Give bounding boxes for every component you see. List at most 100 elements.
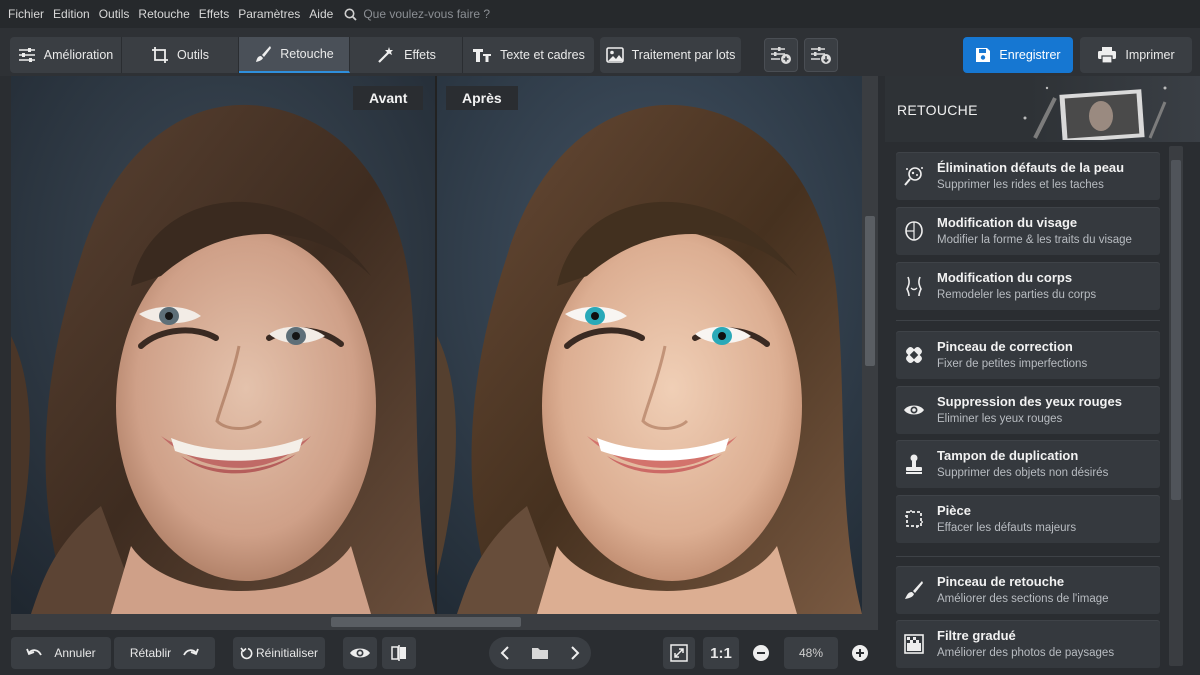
panel-scrollbar[interactable] — [1169, 146, 1183, 666]
download-preset-button[interactable] — [804, 38, 838, 72]
batch-button[interactable]: Traitement par lots — [600, 37, 741, 73]
tool-subtitle: Effacer les défauts majeurs — [937, 522, 1077, 534]
tab-label: Retouche — [280, 47, 334, 61]
tool-title: Filtre gradué — [937, 628, 1016, 643]
tool-face-modification[interactable]: Modification du visage Modifier la forme… — [896, 207, 1160, 255]
tool-title: Tampon de duplication — [937, 448, 1079, 463]
tool-red-eye[interactable]: Suppression des yeux rouges Eliminer les… — [896, 386, 1160, 434]
tool-subtitle: Supprimer les rides et les taches — [937, 179, 1104, 191]
zoom-in-button[interactable] — [845, 637, 875, 669]
undo-icon — [26, 648, 43, 656]
batch-label: Traitement par lots — [631, 48, 736, 62]
tab-texte-cadres[interactable]: Texte et cadres — [463, 37, 594, 73]
tab-outils[interactable]: Outils — [122, 37, 239, 73]
next-icon[interactable] — [570, 646, 580, 660]
canvas-vertical-scrollbar[interactable] — [862, 76, 878, 614]
search-placeholder: Que voulez-vous faire ? — [363, 7, 491, 21]
fit-screen-button[interactable] — [663, 637, 695, 669]
previous-icon[interactable] — [500, 646, 510, 660]
tool-patch[interactable]: Pièce Effacer les défauts majeurs — [896, 495, 1160, 543]
floppy-icon — [976, 48, 991, 62]
compare-icon — [391, 645, 406, 661]
redo-label: Rétablir — [129, 646, 172, 660]
tool-subtitle: Fixer de petites imperfections — [937, 358, 1088, 370]
canvas-horizontal-scrollbar[interactable] — [11, 614, 878, 630]
add-preset-button[interactable] — [764, 38, 798, 72]
brush-icon — [256, 46, 272, 62]
undo-button[interactable]: Annuler — [11, 637, 111, 669]
bandage-icon — [902, 343, 926, 367]
printer-icon — [1098, 47, 1117, 64]
portrait-before-image — [11, 76, 435, 614]
menu-outils[interactable]: Outils — [99, 7, 130, 21]
menu-effets[interactable]: Effets — [199, 7, 229, 21]
tab-label: Texte et cadres — [500, 48, 585, 62]
tool-title: Pièce — [937, 503, 971, 518]
group-separator — [896, 320, 1160, 321]
menu-aide[interactable]: Aide — [309, 7, 333, 21]
search-icon — [344, 8, 357, 21]
plus-circle-icon — [852, 645, 868, 661]
print-button[interactable]: Imprimer — [1080, 37, 1192, 73]
eye-icon — [350, 648, 370, 658]
zoom-value: 48% — [798, 646, 824, 660]
expand-icon — [670, 644, 688, 662]
tool-subtitle: Améliorer des sections de l'image — [937, 593, 1109, 605]
images-icon — [605, 47, 624, 63]
tool-graduated-filter[interactable]: Filtre gradué Améliorer des photos de pa… — [896, 620, 1160, 668]
tool-subtitle: Modifier la forme & les traits du visage — [937, 234, 1132, 246]
tool-skin-defects[interactable]: Élimination défauts de la peau Supprimer… — [896, 152, 1160, 200]
split-view-button[interactable] — [382, 637, 416, 669]
sliders-icon — [18, 48, 35, 62]
tool-title: Pinceau de retouche — [937, 574, 1065, 589]
save-button[interactable]: Enregistrer — [963, 37, 1073, 73]
gradient-icon — [902, 632, 926, 656]
after-photo — [437, 76, 862, 614]
search-box[interactable]: Que voulez-vous faire ? — [344, 7, 490, 21]
reset-icon — [240, 646, 253, 659]
scroll-thumb[interactable] — [1171, 160, 1181, 500]
print-label: Imprimer — [1125, 48, 1175, 62]
menu-parametres[interactable]: Paramètres — [238, 7, 300, 21]
tab-label: Effets — [404, 48, 436, 62]
preview-toggle-button[interactable] — [343, 637, 377, 669]
zoom-level[interactable]: 48% — [784, 637, 838, 669]
tool-subtitle: Supprimer des objets non désirés — [937, 467, 1109, 479]
image-navigator — [489, 637, 591, 669]
stamp-icon — [902, 452, 926, 476]
photo-canvas[interactable]: Avant Après — [11, 76, 862, 614]
actual-size-button[interactable]: 1:1 — [703, 637, 739, 669]
eye-icon — [902, 398, 926, 422]
tool-retouch-brush[interactable]: Pinceau de retouche Améliorer des sectio… — [896, 566, 1160, 614]
tab-effets[interactable]: Effets — [350, 37, 463, 73]
menu-edition[interactable]: Edition — [53, 7, 90, 21]
tool-healing-brush[interactable]: Pinceau de correction Fixer de petites i… — [896, 331, 1160, 379]
folder-icon[interactable] — [531, 646, 549, 660]
tool-subtitle: Améliorer des photos de paysages — [937, 647, 1115, 659]
redo-button[interactable]: Rétablir — [114, 637, 215, 669]
reset-button[interactable]: Réinitialiser — [233, 637, 325, 669]
tool-body-modification[interactable]: Modification du corps Remodeler les part… — [896, 262, 1160, 310]
menu-bar: Fichier Edition Outils Retouche Effets P… — [0, 0, 1200, 28]
tab-retouche[interactable]: Retouche — [239, 37, 350, 73]
tool-title: Modification du corps — [937, 270, 1073, 285]
retouche-panel: RETOUCHE Élimination défauts de la peau … — [885, 76, 1200, 675]
scroll-thumb[interactable] — [331, 617, 521, 627]
tool-subtitle: Remodeler les parties du corps — [937, 289, 1097, 301]
tab-amelioration[interactable]: Amélioration — [10, 37, 122, 73]
tool-title: Modification du visage — [937, 215, 1078, 230]
tool-subtitle: Eliminer les yeux rouges — [937, 413, 1063, 425]
scroll-thumb[interactable] — [865, 216, 875, 366]
brush-icon — [902, 578, 926, 602]
sliders-download-icon — [811, 47, 831, 64]
tab-label: Outils — [177, 48, 209, 62]
toolbar: Amélioration Outils Retouche Effets Text… — [0, 28, 1200, 76]
zoom-out-button[interactable] — [745, 637, 777, 669]
tab-label: Amélioration — [43, 48, 114, 62]
after-label: Après — [446, 86, 518, 110]
menu-fichier[interactable]: Fichier — [8, 7, 44, 21]
tool-clone-stamp[interactable]: Tampon de duplication Supprimer des obje… — [896, 440, 1160, 488]
menu-retouche[interactable]: Retouche — [138, 7, 189, 21]
patch-icon — [902, 507, 926, 531]
skin-icon — [902, 164, 926, 188]
